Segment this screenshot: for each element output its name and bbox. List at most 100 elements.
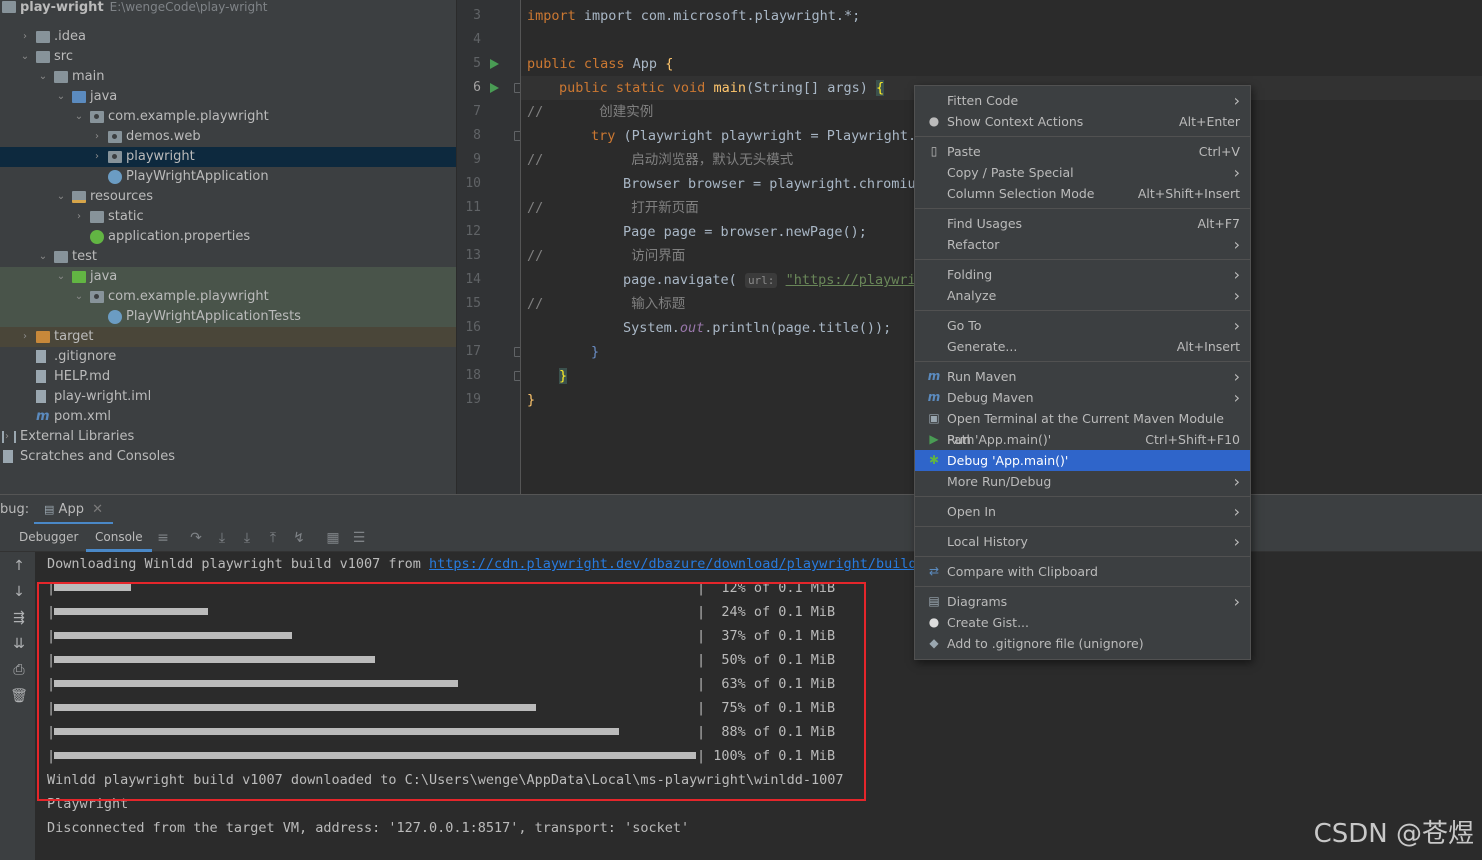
evaluate-icon[interactable]: ▦ bbox=[324, 530, 342, 546]
chevron-down-icon[interactable]: ⌄ bbox=[55, 87, 67, 107]
context-menu-item[interactable]: m Run Maven › bbox=[915, 366, 1250, 387]
file-icon bbox=[36, 350, 46, 363]
tree-item-label: test bbox=[72, 249, 97, 264]
package-icon bbox=[108, 151, 122, 163]
context-menu-item[interactable]: Column Selection Mode Alt+Shift+Insert bbox=[915, 183, 1250, 204]
close-icon[interactable]: ✕ bbox=[92, 502, 103, 517]
step-out-icon[interactable]: ⤒ bbox=[264, 530, 282, 546]
debug-label: bug: bbox=[0, 502, 30, 517]
tree-item[interactable]: ⌄ java bbox=[0, 267, 456, 287]
chevron-right-icon[interactable]: › bbox=[91, 127, 103, 147]
run-icon: ▶ bbox=[929, 432, 939, 446]
soft-wrap-icon[interactable]: ⇶ bbox=[10, 610, 28, 626]
code-line-17: } bbox=[591, 340, 599, 364]
context-menu-item[interactable]: Find Usages Alt+F7 bbox=[915, 213, 1250, 234]
debug-session-tab[interactable]: ▤ App ✕ bbox=[34, 495, 113, 525]
tree-item[interactable]: › target bbox=[0, 327, 456, 347]
chevron-down-icon[interactable]: ⌄ bbox=[73, 287, 85, 307]
tree-item[interactable]: › demos.web bbox=[0, 127, 456, 147]
tree-item[interactable]: application.properties bbox=[0, 227, 456, 247]
tree-item[interactable]: ⌄ test bbox=[0, 247, 456, 267]
chevron-down-icon[interactable]: ⌄ bbox=[73, 107, 85, 127]
tree-item[interactable]: › External Libraries bbox=[0, 427, 456, 447]
print-icon[interactable]: ⎙ bbox=[10, 662, 28, 678]
tree-item[interactable]: play-wright E:\wengeCode\play-wright bbox=[0, 0, 456, 17]
tree-item[interactable]: Scratches and Consoles bbox=[0, 447, 456, 467]
code-line-9: // 启动浏览器，默认无头模式 bbox=[527, 148, 793, 172]
console-output[interactable]: Downloading Winldd playwright build v100… bbox=[35, 552, 1482, 860]
context-menu-item[interactable]: Go To › bbox=[915, 315, 1250, 336]
context-menu-item[interactable]: ▤ Diagrams › bbox=[915, 591, 1250, 612]
context-menu-item[interactable]: ⇄ Compare with Clipboard bbox=[915, 561, 1250, 582]
context-menu-item[interactable]: More Run/Debug › bbox=[915, 471, 1250, 492]
menu-separator bbox=[915, 310, 1250, 311]
tab-debugger[interactable]: Debugger bbox=[10, 524, 87, 552]
context-menu-item[interactable]: ● Show Context Actions Alt+Enter bbox=[915, 111, 1250, 132]
context-menu-item[interactable]: Refactor › bbox=[915, 234, 1250, 255]
tree-item[interactable]: play-wright.iml bbox=[0, 387, 456, 407]
up-arrow-icon[interactable]: ↑ bbox=[10, 558, 28, 574]
tree-item-label: .gitignore bbox=[54, 349, 117, 364]
code-line-5: public class App { bbox=[527, 52, 673, 76]
context-menu-item[interactable]: ▶ Run 'App.main()' Ctrl+Shift+F10 bbox=[915, 429, 1250, 450]
down-arrow-icon[interactable]: ↓ bbox=[10, 584, 28, 600]
tab-console[interactable]: Console bbox=[86, 524, 152, 552]
tree-item[interactable]: › playwright bbox=[0, 147, 456, 167]
context-menu-label: Find Usages bbox=[947, 216, 1023, 231]
gitignore-icon: ◆ bbox=[929, 636, 939, 650]
force-step-into-icon[interactable]: ⤓ bbox=[238, 530, 256, 546]
run-method-icon[interactable] bbox=[490, 83, 499, 93]
tree-item[interactable]: ⌄ com.example.playwright bbox=[0, 287, 456, 307]
context-menu-item[interactable]: Folding › bbox=[915, 264, 1250, 285]
context-menu-item[interactable]: ● Create Gist... bbox=[915, 612, 1250, 633]
tree-item-label: com.example.playwright bbox=[108, 289, 269, 304]
chevron-down-icon[interactable]: ⌄ bbox=[55, 267, 67, 287]
context-menu-item[interactable]: Copy / Paste Special › bbox=[915, 162, 1250, 183]
tree-item[interactable]: HELP.md bbox=[0, 367, 456, 387]
chevron-down-icon[interactable]: ⌄ bbox=[37, 67, 49, 87]
context-menu-item[interactable]: Local History › bbox=[915, 531, 1250, 552]
download-link[interactable]: https://cdn.playwright.dev/dbazure/downl… bbox=[429, 556, 933, 572]
tree-item[interactable]: m pom.xml bbox=[0, 407, 456, 427]
chevron-right-icon[interactable]: › bbox=[19, 27, 31, 47]
tree-item[interactable]: ⌄ resources bbox=[0, 187, 456, 207]
tree-item[interactable]: PlayWrightApplication bbox=[0, 167, 456, 187]
context-menu-item[interactable]: Analyze › bbox=[915, 285, 1250, 306]
menu-icon[interactable]: ≡ bbox=[154, 530, 172, 546]
step-into-icon[interactable]: ⤓ bbox=[213, 530, 231, 546]
context-menu-item[interactable]: Fitten Code › bbox=[915, 90, 1250, 111]
tree-item[interactable]: › .idea bbox=[0, 27, 456, 47]
chevron-right-icon[interactable]: › bbox=[91, 147, 103, 167]
chevron-right-icon[interactable]: › bbox=[19, 327, 31, 347]
step-over-icon[interactable]: ↷ bbox=[187, 530, 205, 546]
tree-item[interactable]: ⌄ com.example.playwright bbox=[0, 107, 456, 127]
context-menu-item[interactable]: ▣ Open Terminal at the Current Maven Modu… bbox=[915, 408, 1250, 447]
run-class-icon[interactable] bbox=[490, 59, 499, 69]
tree-item[interactable]: ⌄ java bbox=[0, 87, 456, 107]
context-menu-item[interactable]: ◆ Add to .gitignore file (unignore) bbox=[915, 633, 1250, 654]
menu-separator bbox=[915, 526, 1250, 527]
tree-item[interactable]: PlayWrightApplicationTests bbox=[0, 307, 456, 327]
chevron-right-icon[interactable]: › bbox=[73, 207, 85, 227]
scroll-to-end-icon[interactable]: ⇊ bbox=[10, 636, 28, 652]
tree-item[interactable]: ⌄ main bbox=[0, 67, 456, 87]
tree-item[interactable]: ⌄ src bbox=[0, 47, 456, 67]
run-to-cursor-icon[interactable]: ↯ bbox=[290, 530, 308, 546]
tree-item-label: Scratches and Consoles bbox=[20, 449, 176, 464]
context-menu-item[interactable]: Generate... Alt+Insert bbox=[915, 336, 1250, 357]
progress-bar bbox=[54, 752, 696, 759]
trace-icon[interactable]: ☰ bbox=[350, 530, 368, 546]
context-menu-item[interactable]: ✱ Debug 'App.main()' bbox=[915, 450, 1250, 471]
chevron-down-icon[interactable]: ⌄ bbox=[55, 187, 67, 207]
trash-icon[interactable]: 🗑 bbox=[10, 688, 28, 704]
context-menu-item[interactable]: ▯ Paste Ctrl+V bbox=[915, 141, 1250, 162]
context-menu-item[interactable]: Open In › bbox=[915, 501, 1250, 522]
scratches-icon bbox=[3, 450, 13, 463]
tree-item[interactable]: › static bbox=[0, 207, 456, 227]
tree-item[interactable]: .gitignore bbox=[0, 347, 456, 367]
excluded-folder-icon bbox=[36, 331, 50, 343]
context-menu-item[interactable]: m Debug Maven › bbox=[915, 387, 1250, 408]
code-line-8: try (Playwright playwright = Playwright.… bbox=[591, 124, 924, 148]
chevron-down-icon[interactable]: ⌄ bbox=[19, 47, 31, 67]
chevron-down-icon[interactable]: ⌄ bbox=[37, 247, 49, 267]
